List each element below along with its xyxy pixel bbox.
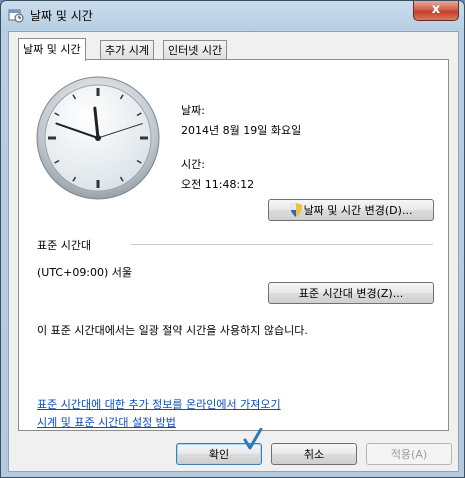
button-label: 표준 시간대 변경(Z)... — [298, 287, 404, 300]
title-bar[interactable]: 날짜 및 시간 x — [1, 1, 464, 29]
time-value: 오전 11:48:12 — [181, 178, 255, 191]
cancel-button[interactable]: 취소 — [271, 443, 357, 465]
button-label: 취소 — [303, 448, 325, 461]
how-to-link[interactable]: 시계 및 표준 시간대 설정 방법 — [37, 414, 176, 430]
change-timezone-button[interactable]: 표준 시간대 변경(Z)... — [268, 282, 434, 304]
date-label: 날짜: — [181, 104, 205, 117]
dst-note: 이 표준 시간대에서는 일광 절약 시간을 사용하지 않습니다. — [37, 324, 308, 337]
timezone-value: (UTC+09:00) 서울 — [37, 266, 133, 279]
tab-additional-clocks[interactable]: 추가 시계 — [100, 40, 154, 60]
calendar-clock-icon — [8, 9, 24, 23]
tab-date-time[interactable]: 날짜 및 시간 — [18, 38, 86, 61]
button-label: 확인 — [208, 448, 230, 461]
checkmark-icon — [243, 428, 263, 450]
button-label: 날짜 및 시간 변경(D)... — [303, 204, 413, 217]
timezone-heading: 표준 시간대 — [37, 239, 92, 252]
tab-internet-time[interactable]: 인터넷 시간 — [163, 40, 228, 60]
analog-clock — [36, 76, 160, 200]
date-value: 2014년 8월 19일 화요일 — [181, 124, 302, 137]
more-info-link[interactable]: 표준 시간대에 대한 추가 정보를 온라인에서 가져오기 — [37, 396, 281, 412]
tab-label: 인터넷 시간 — [168, 44, 223, 57]
divider — [131, 244, 433, 245]
date-time-dialog: 날짜 및 시간 x 날짜 및 시간 추가 시계 인터넷 시간 날짜: 2014년… — [0, 0, 465, 478]
date-time-panel: 날짜: 2014년 8월 19일 화요일 시간: 오전 11:48:12 날짜 … — [18, 59, 449, 431]
dialog-client-area: 날짜 및 시간 추가 시계 인터넷 시간 날짜: 2014년 8월 19일 화요… — [8, 31, 459, 472]
close-button[interactable]: x — [413, 1, 459, 21]
shield-icon — [289, 203, 302, 217]
tab-label: 추가 시계 — [105, 44, 149, 57]
tab-label: 날짜 및 시간 — [23, 43, 81, 56]
window-title: 날짜 및 시간 — [30, 9, 93, 23]
button-label: 적용(A) — [390, 448, 428, 461]
time-label: 시간: — [181, 158, 205, 171]
change-date-time-button[interactable]: 날짜 및 시간 변경(D)... — [268, 199, 434, 221]
apply-button[interactable]: 적용(A) — [366, 443, 452, 465]
close-icon: x — [431, 2, 441, 17]
